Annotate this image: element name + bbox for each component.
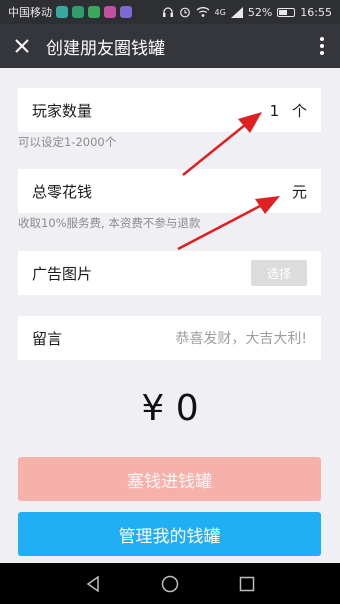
carrier-label: 中国移动 xyxy=(8,6,52,19)
app-notification-icon xyxy=(88,6,100,18)
close-icon xyxy=(15,39,29,53)
message-label: 留言 xyxy=(32,329,63,348)
signal-icon xyxy=(230,6,243,18)
app-notification-icon xyxy=(120,6,132,18)
battery-percent: 52% xyxy=(247,5,273,19)
app-notification-icon xyxy=(56,6,68,18)
total-unit: 元 xyxy=(291,182,307,201)
wifi-icon xyxy=(196,7,209,17)
deposit-button[interactable]: 塞钱进钱罐 xyxy=(18,457,321,501)
system-nav-bar xyxy=(0,563,340,604)
manage-button[interactable]: 管理我的钱罐 xyxy=(18,512,321,556)
select-image-button[interactable]: 选择 xyxy=(251,260,307,286)
players-unit: 个 xyxy=(291,101,307,120)
more-button[interactable] xyxy=(304,24,340,68)
status-bar: 中国移动 4G 52% 16:55 xyxy=(0,0,340,24)
battery-icon xyxy=(277,7,296,17)
clock: 16:55 xyxy=(300,5,332,19)
app-notification-icon xyxy=(104,6,116,18)
more-vertical-icon xyxy=(320,37,324,55)
message-input[interactable]: 恭喜发财，大吉大利! xyxy=(175,328,307,348)
total-amount-field[interactable]: 总零花钱 元 xyxy=(18,169,321,213)
headphones-icon xyxy=(162,7,173,17)
players-hint: 可以设定1-2000个 xyxy=(18,135,117,149)
close-button[interactable] xyxy=(0,24,44,68)
alarm-icon xyxy=(179,7,190,18)
home-icon[interactable] xyxy=(161,575,179,593)
total-hint: 收取10%服务费, 本资费不参与退款 xyxy=(18,216,201,230)
ad-image-label: 广告图片 xyxy=(32,264,93,283)
title-bar: 创建朋友圈钱罐 xyxy=(0,24,340,68)
network-type: 4G xyxy=(214,7,226,17)
total-label: 总零花钱 xyxy=(32,182,93,201)
players-label: 玩家数量 xyxy=(32,101,93,120)
players-field[interactable]: 玩家数量 1 个 xyxy=(18,88,321,132)
players-value[interactable]: 1 个 xyxy=(270,100,307,121)
recents-icon[interactable] xyxy=(239,576,255,592)
total-amount-display: ¥ 0 xyxy=(141,388,199,429)
ad-image-field: 广告图片 选择 xyxy=(18,251,321,295)
players-count: 1 xyxy=(269,101,280,120)
page-title: 创建朋友圈钱罐 xyxy=(46,38,165,59)
app-notification-icon xyxy=(72,6,84,18)
back-icon[interactable] xyxy=(85,575,101,592)
message-field[interactable]: 留言 恭喜发财，大吉大利! xyxy=(18,316,321,360)
